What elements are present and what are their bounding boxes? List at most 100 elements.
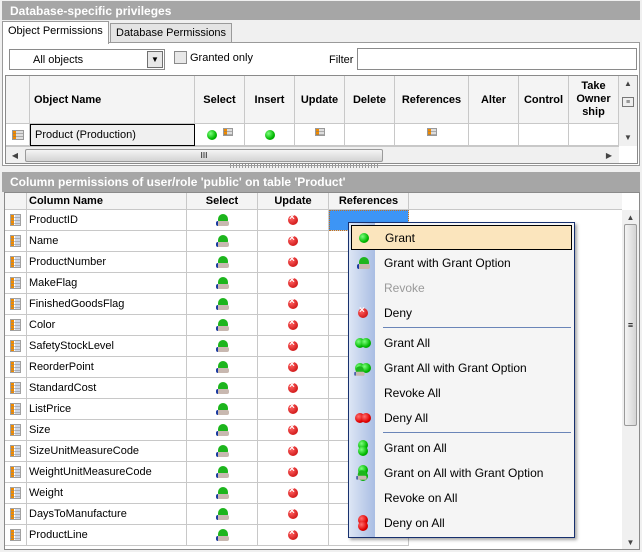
update-cell[interactable] (258, 378, 329, 399)
menu-item-grant-with-grant-option[interactable]: Grant with Grant Option (349, 250, 574, 275)
column-name-cell[interactable]: ReorderPoint (27, 357, 187, 378)
column-name-cell[interactable]: WeightUnitMeasureCode (27, 462, 187, 483)
update-cell[interactable] (258, 231, 329, 252)
menu-item-grant-all-with-grant-option[interactable]: Grant All with Grant Option (349, 355, 574, 380)
update-cell[interactable] (258, 336, 329, 357)
update-cell[interactable] (258, 420, 329, 441)
select-cell[interactable] (187, 441, 258, 462)
update-cell[interactable] (258, 441, 329, 462)
select-cell[interactable] (187, 399, 258, 420)
column-name-cell[interactable]: SafetyStockLevel (27, 336, 187, 357)
update-cell[interactable] (258, 483, 329, 504)
column-name-cell[interactable]: StandardCost (27, 378, 187, 399)
column-name-cell[interactable]: FinishedGoodsFlag (27, 294, 187, 315)
vscroll-thumb[interactable]: ≡ (624, 224, 637, 426)
select-cell[interactable] (187, 336, 258, 357)
tab-object-permissions[interactable]: Object Permissions (2, 21, 109, 44)
alter-cell[interactable] (469, 124, 519, 146)
select-cell[interactable] (187, 294, 258, 315)
header-insert[interactable]: Insert (245, 76, 295, 124)
menu-item-grant-on-all-with-grant-option[interactable]: Grant on All with Grant Option (349, 460, 574, 485)
scroll-down-icon[interactable]: ▼ (619, 130, 637, 144)
column-grid-vscrollbar[interactable]: ▲ ≡ ▼ (622, 210, 639, 549)
column-name-cell[interactable]: ListPrice (27, 399, 187, 420)
select-cell[interactable] (187, 210, 258, 231)
update-cell[interactable] (258, 525, 329, 546)
tab-database-permissions[interactable]: Database Permissions (110, 23, 233, 42)
column-name-cell[interactable]: Size (27, 420, 187, 441)
select-cell[interactable] (187, 378, 258, 399)
menu-item-revoke-all[interactable]: Revoke All (349, 380, 574, 405)
header-alter[interactable]: Alter (469, 76, 519, 124)
splitter-grip[interactable] (230, 164, 380, 168)
column-name-cell[interactable]: Color (27, 315, 187, 336)
hscroll-thumb[interactable]: III (25, 149, 383, 162)
menu-item-grant-all[interactable]: Grant All (349, 330, 574, 355)
update-cell[interactable] (295, 124, 345, 146)
menu-item-revoke[interactable]: Revoke (349, 275, 574, 300)
header-object-name[interactable]: Object Name (30, 76, 195, 124)
header-control[interactable]: Control (519, 76, 569, 124)
column-name-cell[interactable]: Weight (27, 483, 187, 504)
object-type-select[interactable]: All objects ▼ (9, 49, 165, 70)
column-name-cell[interactable]: Name (27, 231, 187, 252)
update-cell[interactable] (258, 504, 329, 525)
select-cell[interactable] (187, 483, 258, 504)
update-cell[interactable] (258, 294, 329, 315)
scroll-thumb-grip-icon[interactable]: ≡ (622, 97, 634, 107)
column-name-cell[interactable]: ProductLine (27, 525, 187, 546)
select-cell[interactable] (187, 420, 258, 441)
scroll-right-icon[interactable]: ▶ (602, 149, 616, 162)
update-cell[interactable] (258, 273, 329, 294)
update-cell[interactable] (258, 462, 329, 483)
scroll-down-icon[interactable]: ▼ (622, 535, 639, 549)
select-cell[interactable] (187, 273, 258, 294)
control-cell[interactable] (519, 124, 569, 146)
header-references[interactable]: References (329, 193, 409, 210)
scroll-up-icon[interactable]: ▲ (619, 76, 637, 90)
update-cell[interactable] (258, 315, 329, 336)
column-name-cell[interactable]: MakeFlag (27, 273, 187, 294)
references-cell[interactable] (395, 124, 469, 146)
menu-item-deny-on-all[interactable]: Deny on All (349, 510, 574, 535)
object-name-cell[interactable]: Product (Production) (30, 124, 195, 146)
header-references[interactable]: References (395, 76, 469, 124)
select-cell[interactable] (187, 525, 258, 546)
column-name-cell[interactable]: DaysToManufacture (27, 504, 187, 525)
menu-item-grant[interactable]: Grant (351, 225, 572, 250)
select-cell[interactable] (187, 462, 258, 483)
granted-only-checkbox[interactable] (174, 51, 187, 64)
object-grid-vscrollbar[interactable]: ▲ ≡ ▼ (619, 76, 637, 146)
menu-item-deny-all[interactable]: Deny All (349, 405, 574, 430)
select-cell[interactable] (187, 504, 258, 525)
select-cell[interactable] (187, 315, 258, 336)
scroll-left-icon[interactable]: ◀ (8, 149, 22, 162)
select-cell[interactable] (195, 124, 245, 146)
update-cell[interactable] (258, 210, 329, 231)
object-grid-hscrollbar[interactable]: ◀ III ▶ (6, 146, 619, 163)
chevron-down-icon[interactable]: ▼ (147, 51, 163, 68)
filter-input[interactable] (357, 48, 637, 70)
header-select[interactable]: Select (187, 193, 258, 210)
insert-cell[interactable] (245, 124, 295, 146)
select-cell[interactable] (187, 231, 258, 252)
menu-item-revoke-on-all[interactable]: Revoke on All (349, 485, 574, 510)
header-column-name[interactable]: Column Name (27, 193, 187, 210)
update-cell[interactable] (258, 399, 329, 420)
column-name-cell[interactable]: ProductNumber (27, 252, 187, 273)
update-cell[interactable] (258, 252, 329, 273)
header-delete[interactable]: Delete (345, 76, 395, 124)
select-cell[interactable] (187, 357, 258, 378)
header-update[interactable]: Update (258, 193, 329, 210)
header-take-ownership[interactable]: Take Owner ship (569, 76, 619, 124)
header-select[interactable]: Select (195, 76, 245, 124)
update-cell[interactable] (258, 357, 329, 378)
column-name-cell[interactable]: ProductID (27, 210, 187, 231)
take-ownership-cell[interactable] (569, 124, 619, 146)
select-cell[interactable] (187, 252, 258, 273)
menu-item-grant-on-all[interactable]: Grant on All (349, 435, 574, 460)
delete-cell[interactable] (345, 124, 395, 146)
scroll-up-icon[interactable]: ▲ (622, 210, 639, 224)
column-name-cell[interactable]: SizeUnitMeasureCode (27, 441, 187, 462)
menu-item-deny[interactable]: Deny (349, 300, 574, 325)
